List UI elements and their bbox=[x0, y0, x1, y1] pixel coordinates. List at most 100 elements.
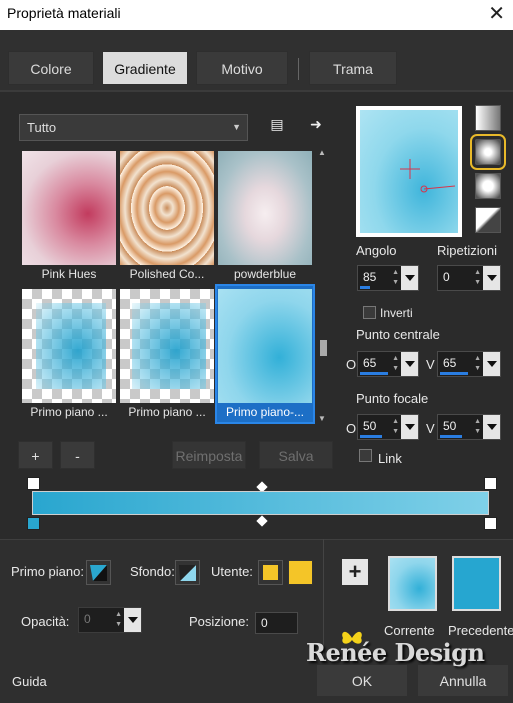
position-value: 0 bbox=[261, 616, 268, 630]
tab-colore[interactable]: Colore bbox=[8, 51, 94, 85]
arrow-right-icon[interactable]: ➜ bbox=[305, 113, 327, 135]
background-label: Sfondo: bbox=[130, 564, 175, 579]
gradient-editor bbox=[26, 472, 500, 532]
bottom-left-color-stop[interactable] bbox=[27, 517, 40, 530]
gradient-preview-canvas bbox=[360, 110, 458, 233]
tab-gradiente[interactable]: Gradiente bbox=[102, 51, 188, 85]
gradient-style-icon bbox=[90, 565, 107, 581]
tab-trama[interactable]: Trama bbox=[309, 51, 397, 85]
gallery-item-primo-piano-2[interactable]: Primo piano ... bbox=[119, 286, 215, 422]
cancel-button[interactable]: Annulla bbox=[417, 664, 509, 697]
close-icon[interactable]: ✕ bbox=[488, 2, 505, 26]
dropdown-icon[interactable] bbox=[401, 352, 418, 376]
focal-v-value: 50 bbox=[443, 419, 457, 433]
user-color-swatch-1[interactable] bbox=[258, 560, 283, 585]
add-gradient-button[interactable]: + bbox=[18, 441, 53, 469]
current-label: Corrente bbox=[384, 623, 435, 638]
remove-gradient-button[interactable]: - bbox=[60, 441, 95, 469]
spinner-arrows-icon[interactable]: ▲ ▼ bbox=[392, 417, 399, 437]
gradient-thumbnail bbox=[120, 289, 214, 403]
position-field[interactable]: 0 bbox=[255, 612, 298, 634]
linear-style-icon[interactable] bbox=[475, 105, 501, 131]
gallery-item-label: Primo piano-... bbox=[225, 405, 305, 419]
center-v-label: V bbox=[426, 357, 435, 372]
gradient-thumbnail bbox=[218, 151, 312, 265]
category-dropdown[interactable]: Tutto ▼ bbox=[19, 114, 248, 141]
gallery-item-polished-copper[interactable]: Polished Co... bbox=[119, 148, 215, 284]
top-left-stop-marker[interactable] bbox=[27, 477, 40, 490]
gallery-item-primo-piano-selected[interactable]: Primo piano-... bbox=[215, 284, 315, 424]
gradient-style-icon bbox=[179, 565, 196, 581]
bottom-midpoint-marker[interactable] bbox=[256, 515, 268, 527]
watermark-logo: Renée Design bbox=[306, 638, 485, 667]
sunburst-style-icon[interactable] bbox=[475, 207, 501, 233]
spinner-arrows-icon[interactable]: ▲ ▼ bbox=[474, 417, 481, 437]
gradient-thumbnail bbox=[22, 151, 116, 265]
dropdown-icon[interactable] bbox=[124, 608, 141, 632]
center-h-value: 65 bbox=[363, 356, 377, 370]
add-to-swatches-button[interactable]: + bbox=[341, 558, 369, 586]
category-dropdown-value: Tutto bbox=[27, 120, 57, 135]
spinner-arrows-icon[interactable]: ▲ ▼ bbox=[115, 610, 122, 630]
reset-button[interactable]: Reimposta bbox=[172, 441, 246, 469]
gradient-preview[interactable] bbox=[356, 106, 462, 237]
invert-checkbox[interactable] bbox=[363, 306, 376, 319]
spinner-arrows-icon[interactable]: ▲ ▼ bbox=[392, 268, 399, 288]
center-h-label: O bbox=[346, 357, 357, 372]
scrollbar-thumb[interactable] bbox=[320, 340, 327, 356]
center-v-spinner[interactable]: 65 ▲ ▼ bbox=[437, 351, 501, 377]
gradient-thumbnail bbox=[22, 289, 116, 403]
gradient-bar[interactable] bbox=[32, 491, 489, 515]
bottom-right-color-stop[interactable] bbox=[484, 517, 497, 530]
background-style-swatch[interactable] bbox=[175, 560, 200, 585]
user-color-swatch-2[interactable] bbox=[288, 560, 313, 585]
spinner-arrows-icon[interactable]: ▲ ▼ bbox=[474, 354, 481, 374]
gallery-item-label: Primo piano ... bbox=[128, 405, 206, 419]
center-h-spinner[interactable]: 65 ▲ ▼ bbox=[357, 351, 419, 377]
link-label: Link bbox=[378, 451, 402, 466]
tab-motivo[interactable]: Motivo bbox=[196, 51, 288, 85]
ok-button[interactable]: OK bbox=[316, 664, 408, 697]
repeats-label: Ripetizioni bbox=[437, 243, 497, 258]
tab-bar: Colore Gradiente Motivo Trama bbox=[0, 30, 513, 92]
focal-v-label: V bbox=[426, 421, 435, 436]
center-h-slider-bar bbox=[360, 372, 388, 375]
current-swatch[interactable] bbox=[388, 556, 437, 611]
gallery-item-powderblue[interactable]: powderblue bbox=[217, 148, 313, 284]
angle-spinner[interactable]: 85 ▲ ▼ bbox=[357, 265, 419, 291]
dropdown-icon[interactable] bbox=[483, 415, 500, 439]
focal-h-label: O bbox=[346, 421, 357, 436]
focal-h-spinner[interactable]: 50 ▲ ▼ bbox=[357, 414, 419, 440]
dropdown-icon[interactable] bbox=[483, 352, 500, 376]
spinner-arrows-icon[interactable]: ▲ ▼ bbox=[392, 354, 399, 374]
dropdown-icon[interactable] bbox=[401, 266, 418, 290]
scroll-up-icon[interactable]: ▲ bbox=[318, 148, 326, 157]
repeats-value: 0 bbox=[443, 270, 450, 284]
radial-style-icon[interactable] bbox=[475, 173, 501, 199]
menu-icon[interactable]: ▤ bbox=[266, 113, 288, 135]
dropdown-icon[interactable] bbox=[401, 415, 418, 439]
scroll-down-icon[interactable]: ▼ bbox=[318, 414, 326, 423]
rectangular-style-icon[interactable] bbox=[470, 134, 506, 170]
save-button[interactable]: Salva bbox=[259, 441, 333, 469]
crosshair-icon bbox=[400, 159, 456, 193]
dropdown-icon[interactable] bbox=[483, 266, 500, 290]
opacity-value: 0 bbox=[84, 612, 91, 626]
help-button[interactable]: Guida bbox=[12, 674, 47, 689]
gradient-thumbnail bbox=[120, 151, 214, 265]
foreground-style-swatch[interactable] bbox=[86, 560, 111, 585]
opacity-spinner[interactable]: 0 ▲ ▼ bbox=[78, 607, 142, 633]
angle-label: Angolo bbox=[356, 243, 397, 258]
gallery-item-label: Polished Co... bbox=[129, 267, 205, 281]
top-right-stop-marker[interactable] bbox=[484, 477, 497, 490]
gallery-item-primo-piano-1[interactable]: Primo piano ... bbox=[21, 286, 117, 422]
opacity-label: Opacità: bbox=[21, 614, 70, 629]
gallery-scrollbar[interactable]: ▲ ▼ bbox=[318, 148, 328, 423]
previous-swatch[interactable] bbox=[452, 556, 501, 611]
focal-point-label: Punto focale bbox=[356, 391, 429, 406]
focal-v-spinner[interactable]: 50 ▲ ▼ bbox=[437, 414, 501, 440]
link-checkbox[interactable] bbox=[359, 449, 372, 462]
repeats-spinner[interactable]: 0 ▲ ▼ bbox=[437, 265, 501, 291]
spinner-arrows-icon[interactable]: ▲ ▼ bbox=[474, 268, 481, 288]
gallery-item-pink-hues[interactable]: Pink Hues bbox=[21, 148, 117, 284]
